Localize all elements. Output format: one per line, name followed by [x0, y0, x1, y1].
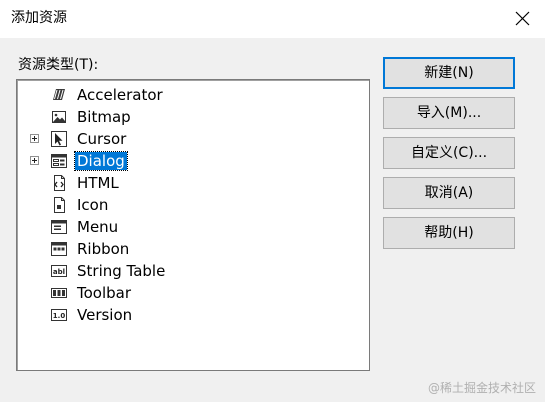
- resource-type-tree[interactable]: Accelerator Bitmap Cursor Dialog HTML Ic…: [16, 79, 370, 371]
- tree-item-string-table[interactable]: abl String Table: [17, 260, 369, 282]
- tree-item-label: Accelerator: [77, 86, 163, 104]
- toolbar-icon: [51, 288, 67, 298]
- watermark: @稀土掘金技术社区: [428, 381, 537, 395]
- close-icon: [515, 11, 530, 26]
- expand-icon[interactable]: [30, 156, 39, 165]
- tree-item-label: String Table: [77, 262, 166, 280]
- tree-item-html[interactable]: HTML: [17, 172, 369, 194]
- icon-resource-icon: [54, 197, 65, 213]
- tree-item-bitmap[interactable]: Bitmap: [17, 106, 369, 128]
- tree-item-label: Ribbon: [77, 240, 130, 258]
- version-icon: 1.0: [51, 309, 67, 321]
- dialog-icon: [51, 154, 67, 168]
- tree-item-dialog[interactable]: Dialog: [17, 150, 369, 172]
- custom-button[interactable]: 自定义(C)...: [383, 137, 515, 169]
- menu-icon: [51, 220, 67, 234]
- new-button[interactable]: 新建(N): [383, 57, 515, 89]
- string-table-icon: abl: [51, 265, 67, 277]
- tree-item-label: HTML: [77, 174, 119, 192]
- tree-item-toolbar[interactable]: Toolbar: [17, 282, 369, 304]
- bitmap-icon: [52, 111, 66, 123]
- svg-text:1.0: 1.0: [53, 312, 66, 320]
- title-bar: 添加资源: [0, 0, 545, 38]
- svg-text:abl: abl: [53, 268, 65, 276]
- accelerator-icon: [53, 89, 65, 100]
- tree-item-label: Bitmap: [77, 108, 131, 126]
- tree-item-label: Icon: [77, 196, 109, 214]
- cancel-button[interactable]: 取消(A): [383, 177, 515, 209]
- window-title: 添加资源: [11, 10, 67, 26]
- html-icon: [54, 175, 65, 191]
- tree-item-version[interactable]: 1.0 Version: [17, 304, 369, 326]
- tree-item-label: Dialog: [74, 151, 128, 171]
- resource-type-label: 资源类型(T):: [18, 57, 99, 73]
- tree-item-label: Menu: [77, 218, 119, 236]
- import-button[interactable]: 导入(M)...: [383, 97, 515, 129]
- help-button[interactable]: 帮助(H): [383, 217, 515, 249]
- tree-item-label: Toolbar: [77, 284, 132, 302]
- tree-item-icon[interactable]: Icon: [17, 194, 369, 216]
- cursor-icon: [51, 131, 67, 147]
- expand-icon[interactable]: [30, 134, 39, 143]
- tree-item-accelerator[interactable]: Accelerator: [17, 84, 369, 106]
- tree-item-cursor[interactable]: Cursor: [17, 128, 369, 150]
- tree-item-ribbon[interactable]: Ribbon: [17, 238, 369, 260]
- tree-item-label: Version: [77, 306, 133, 324]
- tree-item-menu[interactable]: Menu: [17, 216, 369, 238]
- ribbon-icon: [51, 242, 67, 256]
- close-button[interactable]: [500, 0, 545, 38]
- tree-item-label: Cursor: [77, 130, 127, 148]
